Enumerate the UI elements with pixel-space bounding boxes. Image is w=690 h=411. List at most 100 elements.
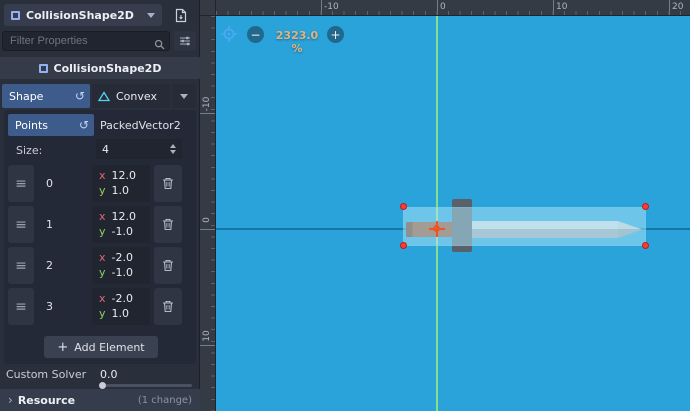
stepper-up-icon [170, 144, 176, 148]
chevron-down-icon [147, 13, 155, 18]
y-axis-label: y [99, 224, 106, 239]
resource-section-header[interactable]: › Resource (1 change) [0, 389, 200, 411]
vertex-handle[interactable] [400, 242, 407, 249]
revert-icon[interactable]: ↺ [75, 90, 85, 102]
node-selector-dropdown[interactable]: CollisionShape2D [4, 4, 162, 26]
resource-section-label: Resource [18, 394, 133, 407]
inspector-panel: CollisionShape2D CollisionShape2D Shape … [0, 0, 200, 411]
element-index: 1 [46, 206, 53, 243]
delete-element-button[interactable] [154, 165, 182, 202]
minus-icon: − [250, 29, 260, 41]
ruler-tick [321, 0, 322, 16]
trash-icon [162, 177, 174, 190]
ruler-label: 0 [440, 2, 446, 12]
ruler-tick [669, 0, 670, 16]
collision-shape-2d-icon [39, 64, 48, 73]
array-size-field[interactable]: 4 [96, 139, 182, 159]
drag-handle[interactable]: ≡ [8, 165, 34, 202]
ruler-label: 10 [202, 324, 212, 348]
chevron-right-icon: › [8, 393, 13, 407]
element-index: 0 [46, 165, 53, 202]
filter-properties-input[interactable] [2, 31, 170, 51]
custom-solver-label: Custom Solver [6, 368, 86, 381]
viewport-canvas[interactable]: -10 0 10 20 -10 0 10 − 2323.0 % + [200, 0, 690, 411]
h-ruler[interactable]: -10 0 10 20 [216, 0, 690, 16]
origin-vertical-axis-line [436, 0, 438, 411]
ruler-corner [200, 0, 216, 16]
array-element-row: ≡ 3 x-2.0 y1.0 [8, 288, 192, 325]
zoom-percentage-button[interactable]: 2323.0 % [269, 29, 325, 55]
resource-change-badge: (1 change) [138, 395, 192, 406]
drag-icon: ≡ [15, 299, 27, 315]
x-value: -2.0 [112, 291, 133, 306]
category-header: CollisionShape2D [0, 57, 200, 79]
chevron-down-icon [180, 94, 188, 99]
filter-options-button[interactable] [174, 31, 196, 51]
drag-handle[interactable]: ≡ [8, 247, 34, 284]
drag-handle[interactable]: ≡ [8, 288, 34, 325]
ruler-label: 20 [672, 2, 683, 12]
node-pivot-marker [429, 221, 445, 237]
vertex-handle[interactable] [642, 242, 649, 249]
trash-icon [162, 259, 174, 272]
ruler-label: 10 [556, 2, 567, 12]
drag-handle[interactable]: ≡ [8, 206, 34, 243]
shape-value-label: Convex [116, 90, 157, 103]
vector2-field[interactable]: x -2.0 y 1.0 [92, 288, 150, 325]
y-value: 1.0 [112, 183, 130, 198]
custom-solver-value[interactable]: 0.0 [100, 368, 118, 381]
add-element-button[interactable]: + Add Element [44, 336, 158, 358]
points-type-label: PackedVector2 [100, 114, 181, 136]
vertex-handle[interactable] [642, 203, 649, 210]
array-element-row: ≡ 2 x-2.0 y-1.0 [8, 247, 192, 284]
delete-element-button[interactable] [154, 206, 182, 243]
delete-element-button[interactable] [154, 288, 182, 325]
plus-icon: + [57, 341, 68, 354]
shape-dropdown-button[interactable] [172, 84, 196, 108]
zoom-out-button[interactable]: − [247, 26, 264, 43]
stepper-down-icon [170, 150, 176, 154]
add-element-label: Add Element [74, 341, 144, 354]
array-size-label: Size: [16, 140, 42, 160]
revert-icon[interactable]: ↺ [79, 119, 89, 131]
array-element-row: ≡ 0 x12.0 y1.0 [8, 165, 192, 202]
trash-icon [162, 300, 174, 313]
slider-knob[interactable] [99, 382, 106, 389]
array-element-row: ≡ 1 x12.0 y-1.0 [8, 206, 192, 243]
shape-property-label-cell: Shape ↺ [2, 84, 90, 108]
ruler-label: 0 [202, 208, 212, 232]
vector2-field[interactable]: x12.0 y1.0 [92, 165, 150, 202]
y-axis-label: y [99, 183, 106, 198]
custom-solver-slider[interactable] [100, 384, 192, 387]
collision-shape-2d-icon [11, 11, 20, 20]
focus-selection-button[interactable] [220, 25, 238, 43]
ruler-tick [437, 0, 438, 16]
resource-options-button[interactable] [166, 4, 196, 26]
drag-icon: ≡ [15, 258, 27, 274]
y-axis-label: y [99, 306, 106, 321]
drag-icon: ≡ [15, 176, 27, 192]
y-value: 1.0 [112, 306, 130, 321]
vector2-field[interactable]: x12.0 y-1.0 [92, 206, 150, 243]
x-value: 12.0 [112, 209, 137, 224]
drag-icon: ≡ [15, 217, 27, 233]
category-title: CollisionShape2D [54, 62, 162, 75]
v-ruler[interactable]: -10010 [200, 16, 216, 411]
x-value: 12.0 [112, 168, 137, 183]
y-axis-label: y [99, 265, 106, 280]
ruler-label: -10 [324, 2, 339, 12]
vertex-handle[interactable] [400, 203, 407, 210]
x-axis-label: x [99, 291, 106, 306]
crosshair-icon [220, 25, 238, 43]
y-value: -1.0 [112, 265, 133, 280]
node-selector-label: CollisionShape2D [26, 9, 141, 22]
shape-value-dropdown[interactable]: Convex [92, 84, 170, 108]
vector2-field[interactable]: x-2.0 y-1.0 [92, 247, 150, 284]
zoom-in-button[interactable]: + [327, 26, 344, 43]
convex-shape-icon [98, 91, 110, 102]
array-size-value: 4 [102, 143, 109, 156]
document-icon [174, 8, 188, 23]
delete-element-button[interactable] [154, 247, 182, 284]
size-stepper[interactable] [170, 144, 176, 154]
points-property-label: Points [15, 119, 48, 132]
